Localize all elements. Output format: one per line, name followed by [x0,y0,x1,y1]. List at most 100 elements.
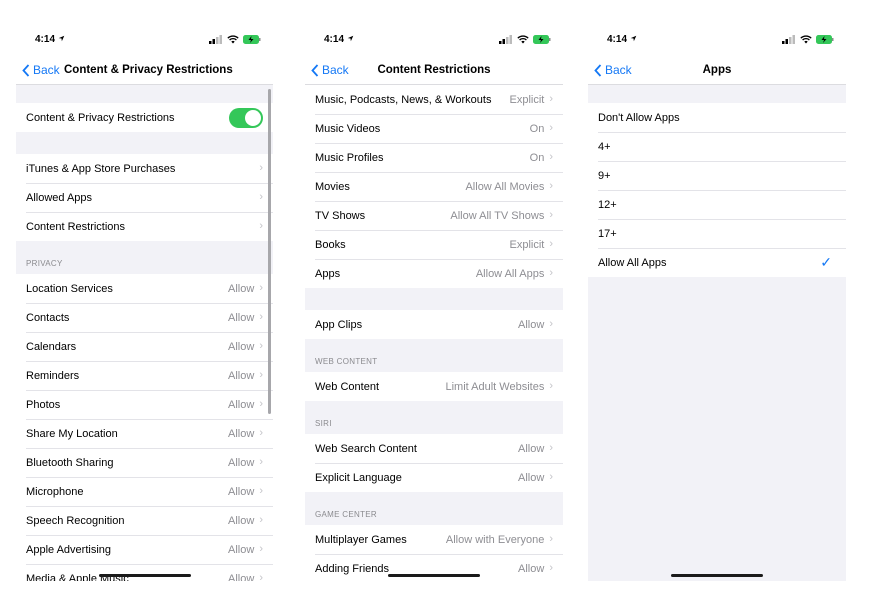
option-4-plus[interactable]: 4+ [588,132,846,161]
signal-icon [499,35,512,44]
chevron-right-icon: › [259,572,263,582]
list-item-content-restrictions[interactable]: Content Restrictions › [16,212,273,241]
list-item-music-videos[interactable]: Music Videos On › [305,114,563,143]
chevron-right-icon: › [549,180,553,192]
chevron-right-icon: › [549,238,553,250]
chevron-right-icon: › [549,122,553,134]
chevron-right-icon: › [549,471,553,483]
list-item-allowed-apps[interactable]: Allowed Apps › [16,183,273,212]
back-label[interactable]: Back [33,63,60,77]
wifi-icon [800,35,812,44]
list-item-books[interactable]: Books Explicit › [305,230,563,259]
chevron-right-icon: › [549,318,553,330]
chevron-right-icon: › [549,380,553,392]
section-header-privacy: PRIVACY [26,259,63,268]
list-item[interactable]: Share My Location Allow › [16,419,273,448]
content-privacy-toggle-row: Content & Privacy Restrictions [16,103,273,132]
status-bar: 4:14 [588,24,846,58]
section-header-game-center: GAME CENTER [315,510,377,519]
list-item-app-clips[interactable]: App Clips Allow › [305,310,563,339]
list-item[interactable]: Microphone Allow › [16,477,273,506]
back-button[interactable]: Back [22,63,60,77]
chevron-right-icon: › [549,267,553,279]
list-item-multiplayer-games[interactable]: Multiplayer Games Allow with Everyone › [305,525,563,554]
status-bar: 4:14 [305,24,563,58]
status-bar: 4:14 [16,24,273,58]
chevron-right-icon: › [549,533,553,545]
list-item[interactable]: Location Services Allow › [16,274,273,303]
wifi-icon [517,35,529,44]
signal-icon [209,35,222,44]
location-arrow-icon [58,35,65,42]
list-item[interactable]: Bluetooth Sharing Allow › [16,448,273,477]
home-indicator[interactable] [98,574,191,577]
chevron-right-icon: › [259,369,263,381]
chevron-right-icon: › [259,514,263,526]
content-privacy-toggle[interactable] [229,107,263,128]
option-12-plus[interactable]: 12+ [588,190,846,219]
page-title: Apps [702,64,732,76]
battery-charging-icon [533,35,551,44]
option-17-plus[interactable]: 17+ [588,219,846,248]
list-item[interactable]: Photos Allow › [16,390,273,419]
chevron-right-icon: › [549,209,553,221]
list-item[interactable]: Reminders Allow › [16,361,273,390]
scrollbar[interactable] [268,89,271,414]
nav-bar: Back Apps [588,58,846,85]
checkmark-icon: ✓ [820,254,832,270]
status-time: 4:14 [35,34,65,45]
chevron-right-icon: › [259,543,263,555]
list-item-music-podcasts[interactable]: Music, Podcasts, News, & Workouts Explici… [305,85,563,114]
list-item-itunes-app-store[interactable]: iTunes & App Store Purchases › [16,154,273,183]
chevron-right-icon: › [259,340,263,352]
list-item[interactable]: Calendars Allow › [16,332,273,361]
chevron-right-icon: › [259,398,263,410]
chevron-right-icon: › [259,162,263,174]
chevron-right-icon: › [549,562,553,574]
option-9-plus[interactable]: 9+ [588,161,846,190]
screen-content-privacy: 4:14 Back Content & Privacy Restrictions… [16,24,273,581]
home-indicator[interactable] [671,574,763,577]
chevron-right-icon: › [549,442,553,454]
list-item[interactable]: Media & Apple Music Allow › [16,564,273,581]
wifi-icon [227,35,239,44]
chevron-right-icon: › [259,485,263,497]
section-header-web-content: WEB CONTENT [315,357,378,366]
signal-icon [782,35,795,44]
chevron-right-icon: › [549,93,553,105]
location-arrow-icon [347,35,354,42]
chevron-right-icon: › [259,427,263,439]
list-item-music-profiles[interactable]: Music Profiles On › [305,143,563,172]
list-item-web-search-content[interactable]: Web Search Content Allow › [305,434,563,463]
option-dont-allow-apps[interactable]: Don't Allow Apps [588,103,846,132]
toggle-label: Content & Privacy Restrictions [26,111,175,124]
chevron-right-icon: › [259,282,263,294]
screen-apps: 4:14 Back Apps Don't Allow Apps 4+ 9+ 12… [588,24,846,581]
location-arrow-icon [630,35,637,42]
nav-bar: Back Content Restrictions [305,58,563,85]
chevron-right-icon: › [259,191,263,203]
list-item[interactable]: Contacts Allow › [16,303,273,332]
list-item-movies[interactable]: Movies Allow All Movies › [305,172,563,201]
chevron-right-icon: › [549,151,553,163]
section-header-siri: SIRI [315,419,332,428]
screen-content-restrictions: 4:14 Back Content Restrictions Music, Po… [305,24,563,581]
list-item[interactable]: Speech Recognition Allow › [16,506,273,535]
list-item-web-content[interactable]: Web Content Limit Adult Websites › [305,372,563,401]
page-title: Content & Privacy Restrictions [64,64,233,76]
list-item-apps[interactable]: Apps Allow All Apps › [305,259,563,288]
chevron-right-icon: › [259,456,263,468]
page-title: Content Restrictions [377,64,491,76]
list-item[interactable]: Apple Advertising Allow › [16,535,273,564]
chevron-right-icon: › [259,311,263,323]
chevron-left-icon [22,63,30,77]
home-indicator[interactable] [388,574,480,577]
battery-charging-icon [243,35,261,44]
option-allow-all-apps[interactable]: Allow All Apps ✓ [588,248,846,277]
status-time: 4:14 [607,34,637,45]
list-item-explicit-language[interactable]: Explicit Language Allow › [305,463,563,492]
nav-bar: Back Content & Privacy Restrictions [16,58,273,85]
list-item-tv-shows[interactable]: TV Shows Allow All TV Shows › [305,201,563,230]
battery-charging-icon [816,35,834,44]
chevron-right-icon: › [259,220,263,232]
